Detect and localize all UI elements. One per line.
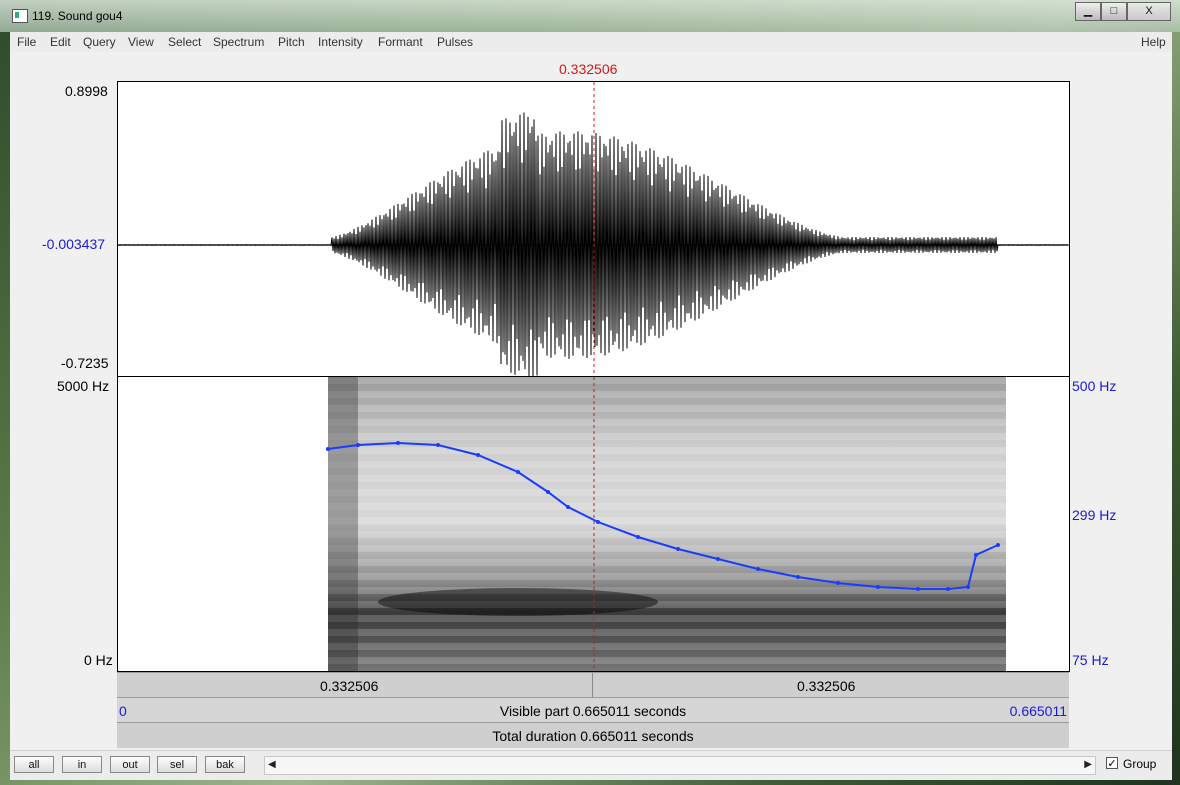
menu-edit[interactable]: Edit — [50, 35, 71, 49]
freq-top-label: 5000 Hz — [57, 378, 110, 394]
scroll-left-icon[interactable]: ◀ — [268, 759, 276, 770]
menu-select[interactable]: Select — [168, 35, 201, 49]
menu-spectrum[interactable]: Spectrum — [213, 35, 264, 49]
pitch-point — [836, 581, 840, 585]
total-duration-text: Total duration 0.665011 seconds — [492, 728, 694, 744]
visible-end: 0.665011 — [1009, 703, 1067, 719]
zoom-back-button[interactable]: bak — [205, 756, 245, 773]
time-bar-right: 0.332506 — [797, 678, 856, 694]
menu-pitch[interactable]: Pitch — [278, 35, 305, 49]
onset-burst — [328, 377, 358, 671]
waveform-panel[interactable] — [117, 81, 1070, 377]
menu-help[interactable]: Help — [1141, 35, 1166, 49]
pitch-point — [676, 547, 680, 551]
waveform-ymax: 0.8998 — [65, 83, 108, 99]
minimize-button[interactable]: ▁ — [1075, 2, 1101, 21]
pitch-point — [756, 567, 760, 571]
pitch-point — [356, 443, 360, 447]
time-bar-divider — [592, 673, 593, 697]
pitch-point — [716, 557, 720, 561]
spectrogram-panel[interactable] — [117, 377, 1070, 672]
waveform-trace — [118, 112, 1069, 376]
maximize-button[interactable]: □ — [1101, 2, 1127, 21]
group-checkbox[interactable]: ✓ — [1106, 757, 1118, 770]
waveform-ymin: -0.7235 — [61, 355, 109, 371]
freq-bottom-label: 0 Hz — [84, 652, 113, 668]
pitch-point — [566, 505, 570, 509]
pitch-point — [436, 443, 440, 447]
pitch-point — [876, 585, 880, 589]
horizontal-scrollbar[interactable]: ◀ ▶ — [264, 756, 1096, 775]
pitch-mid-label: 299 Hz — [1072, 507, 1117, 523]
pitch-point — [636, 535, 640, 539]
harmonic-bands — [328, 377, 1006, 671]
menu-bar: File Edit Query View Select Spectrum Pit… — [10, 32, 1172, 52]
zoom-all-button[interactable]: all — [14, 756, 54, 773]
pitch-top-label: 500 Hz — [1072, 378, 1117, 394]
scroll-right-icon[interactable]: ▶ — [1084, 759, 1092, 770]
menu-formant[interactable]: Formant — [378, 35, 423, 49]
menu-intensity[interactable]: Intensity — [318, 35, 363, 49]
pitch-point — [996, 543, 1000, 547]
zoom-sel-button[interactable]: sel — [157, 756, 197, 773]
close-button[interactable]: X — [1127, 2, 1171, 21]
waveform-ymid: -0.003437 — [42, 236, 106, 252]
pitch-bottom-label: 75 Hz — [1072, 652, 1109, 668]
menu-pulses[interactable]: Pulses — [437, 35, 473, 49]
pitch-point — [796, 575, 800, 579]
zoom-out-button[interactable]: out — [110, 756, 150, 773]
menu-view[interactable]: View — [128, 35, 154, 49]
window-title: 119. Sound gou4 — [32, 9, 123, 23]
pitch-point — [396, 441, 400, 445]
pitch-point — [966, 585, 970, 589]
menu-query[interactable]: Query — [83, 35, 116, 49]
window-icon — [12, 9, 28, 23]
zoom-in-button[interactable]: in — [62, 756, 102, 773]
pitch-point — [476, 453, 480, 457]
bottom-toolbar: all in out sel bak ◀ ▶ ✓ Group — [10, 750, 1172, 780]
spectrogram-plot — [326, 377, 1006, 671]
time-bar-left: 0.332506 — [320, 678, 379, 694]
time-bar[interactable]: 0.332506 0.332506 — [117, 672, 1069, 697]
group-label: Group — [1123, 757, 1157, 771]
pitch-point — [916, 587, 920, 591]
pitch-point — [516, 470, 520, 474]
pitch-point — [946, 587, 950, 591]
total-duration-bar[interactable]: Total duration 0.665011 seconds — [117, 722, 1069, 748]
waveform-plot — [118, 82, 1069, 376]
pitch-point — [326, 447, 330, 451]
visible-part-bar[interactable]: 0 Visible part 0.665011 seconds 0.665011 — [117, 697, 1069, 722]
cursor-time-label: 0.332506 — [559, 61, 618, 77]
formant-energy — [378, 588, 658, 616]
visible-part-text: Visible part 0.665011 seconds — [499, 703, 687, 719]
menu-file[interactable]: File — [17, 35, 36, 49]
pitch-point — [974, 553, 978, 557]
praat-window: 119. Sound gou4 ▁ □ X File Edit Query Vi… — [0, 0, 1180, 785]
title-bar: 119. Sound gou4 ▁ □ X — [0, 0, 1180, 32]
pitch-point — [546, 490, 550, 494]
pitch-point — [596, 520, 600, 524]
